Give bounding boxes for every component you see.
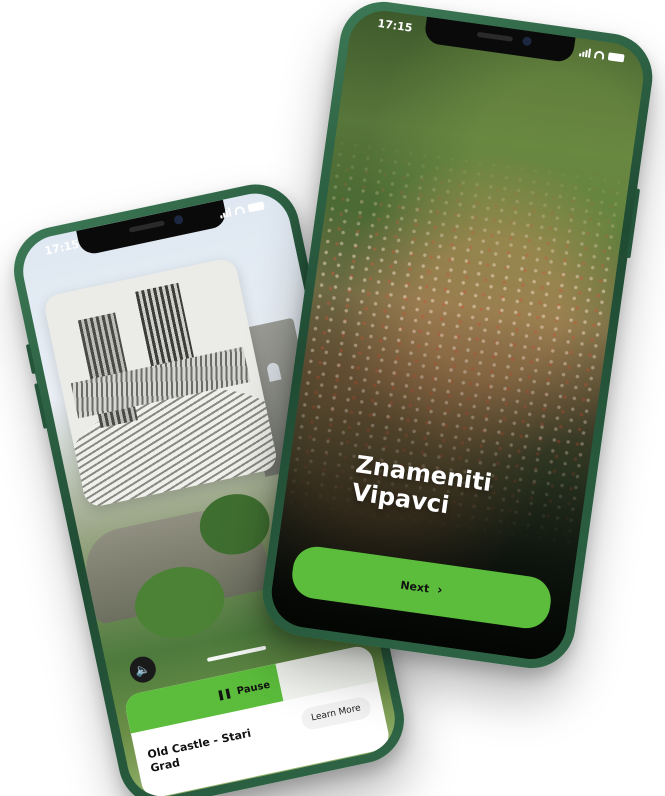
audio-progress-track[interactable]: [206, 645, 267, 662]
pause-icon: ❚❚: [215, 687, 233, 702]
speaker-icon: 🔈: [134, 661, 152, 678]
phone-volume-button: [34, 383, 48, 429]
wifi-icon: [233, 205, 246, 216]
wifi-icon: [593, 50, 605, 60]
battery-icon: [247, 201, 265, 213]
learn-more-button[interactable]: Learn More: [299, 695, 373, 732]
phone-right-screen: 17:15 Znameniti Vipavci Next ›: [267, 6, 648, 664]
showcase: 17:15 🔈 ❚❚ Pause Old Castle - Stari Grad…: [0, 0, 665, 796]
signal-icon: [578, 47, 592, 58]
phone-side-button: [25, 343, 36, 375]
sound-toggle-button[interactable]: 🔈: [127, 654, 159, 685]
notch: [76, 199, 229, 257]
signal-icon: [219, 207, 232, 219]
status-icons: [219, 200, 265, 219]
audio-progress-remaining: [275, 643, 378, 701]
pause-label: Pause: [235, 679, 272, 697]
next-label: Next: [399, 578, 431, 595]
phone-right: 17:15 Znameniti Vipavci Next ›: [256, 0, 659, 674]
audio-player-panel: ❚❚ Pause Old Castle - Stari Grad Learn M…: [122, 643, 392, 796]
place-title: Old Castle - Stari Grad: [146, 726, 253, 775]
chevron-right-icon: ›: [436, 582, 444, 598]
historical-sketch-image: [42, 256, 279, 509]
phone-power-button: [626, 188, 641, 259]
status-time: 17:15: [43, 237, 81, 258]
